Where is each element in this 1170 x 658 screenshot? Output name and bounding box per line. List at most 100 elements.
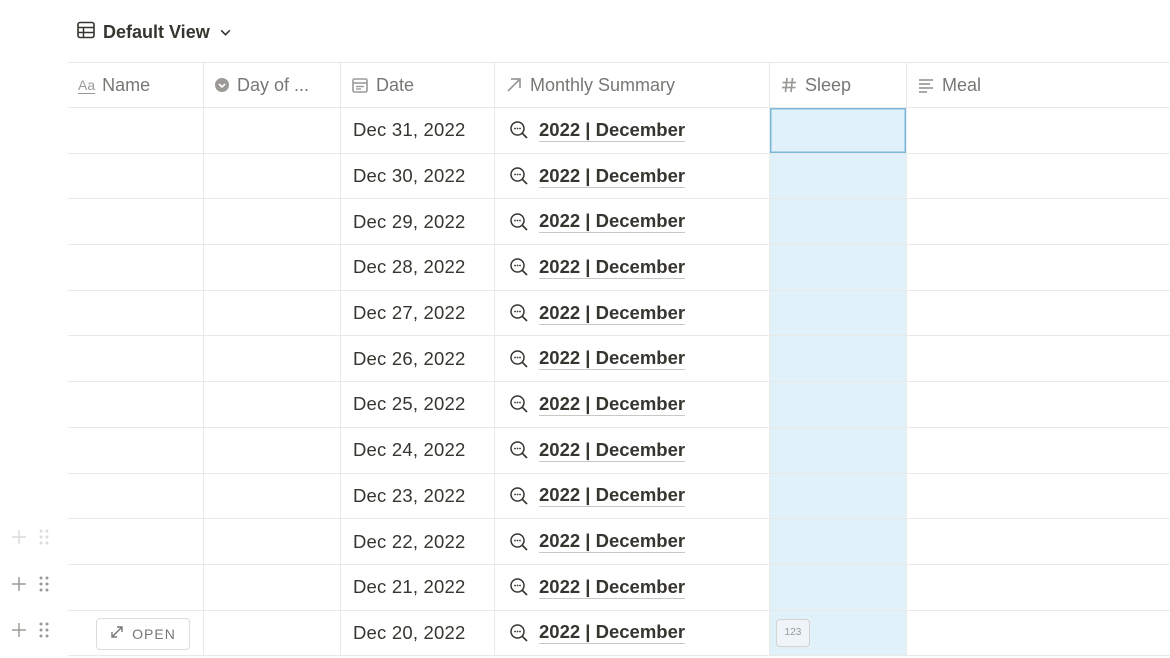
meal-cell[interactable] — [907, 519, 1170, 564]
meal-cell[interactable] — [907, 291, 1170, 336]
meal-cell[interactable] — [907, 154, 1170, 199]
name-cell[interactable] — [68, 564, 204, 610]
name-cell[interactable] — [68, 290, 204, 336]
table-row[interactable]: OPEN Dec 20, 2022 2022 | December 123 — [68, 610, 1170, 657]
meal-cell[interactable] — [907, 428, 1170, 473]
monthly-summary-cell[interactable]: 2022 | December — [495, 427, 770, 473]
sleep-cell[interactable] — [770, 153, 907, 199]
open-page-button[interactable]: OPEN — [96, 617, 190, 650]
date-cell[interactable]: Dec 28, 2022 — [341, 245, 495, 290]
name-cell[interactable] — [68, 382, 204, 427]
table-row[interactable]: Dec 23, 2022 2022 | December — [68, 473, 1170, 520]
relation-link[interactable]: 2022 | December — [539, 530, 686, 554]
meal-cell[interactable] — [907, 199, 1170, 244]
day-of-week-cell[interactable] — [204, 473, 341, 519]
name-cell[interactable] — [68, 519, 204, 564]
day-of-week-cell[interactable] — [204, 199, 341, 245]
sleep-cell[interactable] — [770, 245, 907, 290]
sleep-cell[interactable] — [770, 336, 907, 382]
table-row[interactable]: Dec 22, 2022 2022 | December — [68, 519, 1170, 565]
relation-link[interactable]: 2022 | December — [539, 439, 686, 462]
sleep-cell[interactable]: 123 — [770, 610, 907, 656]
monthly-summary-cell[interactable]: 2022 | December — [495, 199, 770, 245]
name-cell[interactable] — [68, 245, 204, 290]
monthly-summary-cell[interactable]: 2022 | December — [495, 610, 770, 656]
monthly-summary-cell[interactable]: 2022 | December — [495, 108, 770, 153]
monthly-summary-cell[interactable]: 2022 | December — [495, 564, 770, 610]
day-of-week-cell[interactable] — [204, 108, 341, 153]
monthly-summary-cell[interactable]: 2022 | December — [495, 153, 770, 199]
column-header-meal[interactable]: Meal — [907, 63, 1170, 107]
meal-cell[interactable] — [907, 611, 1170, 656]
day-of-week-cell[interactable] — [204, 336, 341, 382]
relation-link[interactable]: 2022 | December — [539, 302, 686, 325]
day-of-week-cell[interactable] — [204, 290, 341, 336]
table-row[interactable]: Dec 24, 2022 2022 | December — [68, 427, 1170, 474]
table-row[interactable]: Dec 31, 2022 2022 | December — [68, 108, 1170, 154]
date-cell[interactable]: Dec 31, 2022 — [341, 108, 495, 153]
date-cell[interactable]: Dec 25, 2022 — [341, 382, 495, 427]
name-cell[interactable] — [68, 199, 204, 245]
date-cell[interactable]: Dec 24, 2022 — [341, 427, 495, 473]
column-header-name[interactable]: Aa Name — [68, 63, 204, 107]
relation-link[interactable]: 2022 | December — [539, 484, 686, 508]
sleep-cell[interactable] — [770, 290, 907, 336]
name-cell[interactable] — [68, 473, 204, 519]
sleep-cell[interactable] — [770, 199, 907, 245]
column-header-monthly-summary[interactable]: Monthly Summary — [495, 63, 770, 107]
sleep-cell[interactable] — [770, 564, 907, 610]
date-cell[interactable]: Dec 30, 2022 — [341, 153, 495, 199]
drag-handle-icon[interactable] — [38, 621, 50, 644]
relation-link[interactable]: 2022 | December — [539, 256, 686, 279]
day-of-week-cell[interactable] — [204, 153, 341, 199]
table-row[interactable]: Dec 26, 2022 2022 | December — [68, 336, 1170, 383]
date-cell[interactable]: Dec 26, 2022 — [341, 336, 495, 382]
meal-cell[interactable] — [907, 245, 1170, 290]
day-of-week-cell[interactable] — [204, 610, 341, 656]
table-row[interactable]: Dec 21, 2022 2022 | December — [68, 564, 1170, 611]
day-of-week-cell[interactable] — [204, 382, 341, 427]
date-cell[interactable]: Dec 29, 2022 — [341, 199, 495, 245]
table-row[interactable]: Dec 27, 2022 2022 | December — [68, 290, 1170, 337]
date-cell[interactable]: Dec 20, 2022 — [341, 610, 495, 656]
sleep-cell[interactable] — [770, 382, 907, 427]
add-row-icon[interactable] — [10, 621, 28, 644]
name-cell[interactable] — [68, 336, 204, 382]
name-cell[interactable] — [68, 108, 204, 153]
row-handle-20[interactable] — [10, 621, 50, 644]
table-row[interactable]: Dec 30, 2022 2022 | December — [68, 153, 1170, 200]
name-cell[interactable] — [68, 427, 204, 473]
relation-link[interactable]: 2022 | December — [539, 210, 686, 234]
name-cell[interactable] — [68, 153, 204, 199]
drag-handle-icon[interactable] — [38, 575, 50, 598]
sleep-cell[interactable] — [770, 427, 907, 473]
sleep-cell[interactable] — [770, 519, 907, 564]
date-cell[interactable]: Dec 22, 2022 — [341, 519, 495, 564]
row-handle-22[interactable] — [10, 528, 50, 551]
date-cell[interactable]: Dec 27, 2022 — [341, 290, 495, 336]
day-of-week-cell[interactable] — [204, 519, 341, 564]
relation-link[interactable]: 2022 | December — [539, 621, 686, 645]
table-row[interactable]: Dec 29, 2022 2022 | December — [68, 199, 1170, 246]
meal-cell[interactable] — [907, 108, 1170, 153]
monthly-summary-cell[interactable]: 2022 | December — [495, 245, 770, 290]
day-of-week-cell[interactable] — [204, 564, 341, 610]
view-switcher[interactable]: Default View — [76, 19, 232, 45]
day-of-week-cell[interactable] — [204, 427, 341, 473]
meal-cell[interactable] — [907, 474, 1170, 519]
table-row[interactable]: Dec 28, 2022 2022 | December — [68, 245, 1170, 291]
monthly-summary-cell[interactable]: 2022 | December — [495, 382, 770, 427]
row-handle-21[interactable] — [10, 575, 50, 598]
date-cell[interactable]: Dec 21, 2022 — [341, 564, 495, 610]
meal-cell[interactable] — [907, 565, 1170, 610]
meal-cell[interactable] — [907, 382, 1170, 427]
monthly-summary-cell[interactable]: 2022 | December — [495, 519, 770, 564]
date-cell[interactable]: Dec 23, 2022 — [341, 473, 495, 519]
sleep-cell[interactable] — [770, 108, 907, 153]
relation-link[interactable]: 2022 | December — [539, 393, 686, 416]
sleep-cell[interactable] — [770, 473, 907, 519]
relation-link[interactable]: 2022 | December — [539, 576, 686, 599]
relation-link[interactable]: 2022 | December — [539, 165, 686, 188]
drag-handle-icon[interactable] — [38, 528, 50, 551]
name-cell[interactable]: OPEN — [68, 610, 204, 656]
